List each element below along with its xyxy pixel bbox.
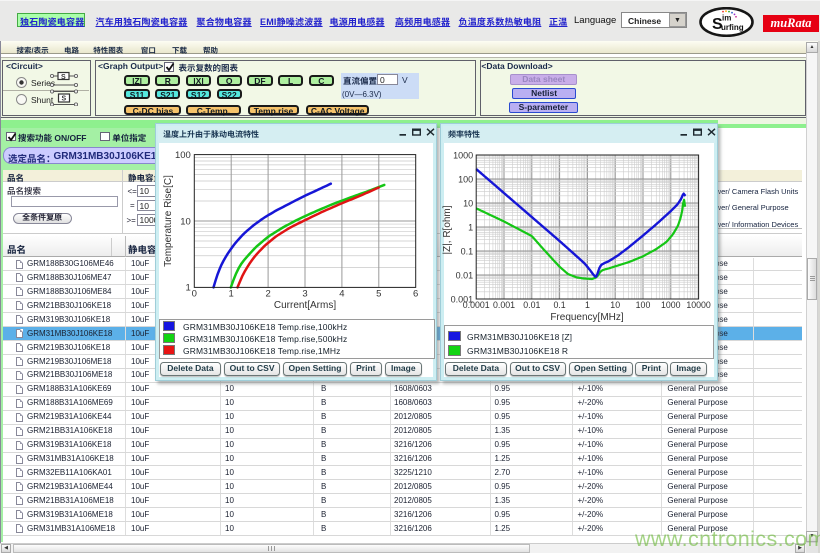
svg-text:0: 0 xyxy=(192,289,197,300)
svg-text:0.1: 0.1 xyxy=(461,246,474,256)
svg-text:6: 6 xyxy=(413,289,418,300)
svg-text:2: 2 xyxy=(265,289,270,300)
svg-text:5: 5 xyxy=(376,289,381,300)
svg-text:10: 10 xyxy=(611,300,621,310)
svg-text:Frequency[MHz]: Frequency[MHz] xyxy=(551,312,625,323)
svg-text:S: S xyxy=(62,96,67,103)
svg-text:10: 10 xyxy=(463,198,473,208)
svg-text:urfing: urfing xyxy=(721,23,744,32)
svg-text:100: 100 xyxy=(175,150,191,161)
svg-text:0.1: 0.1 xyxy=(554,300,566,310)
svg-text:0.0001: 0.0001 xyxy=(463,300,490,310)
svg-text:1000: 1000 xyxy=(453,150,473,160)
svg-text:0.01: 0.01 xyxy=(524,300,541,310)
svg-text:4: 4 xyxy=(339,289,344,300)
svg-text:im: im xyxy=(722,14,731,23)
svg-text:Temperature Rise[C]: Temperature Rise[C] xyxy=(163,175,174,267)
svg-text:|Z|, R[ohm]: |Z|, R[ohm] xyxy=(442,205,453,254)
svg-text:1: 1 xyxy=(585,300,590,310)
svg-text:0.001: 0.001 xyxy=(493,300,515,310)
svg-text:S: S xyxy=(61,74,66,81)
svg-text:0.01: 0.01 xyxy=(456,270,474,280)
svg-text:Current[Arms]: Current[Arms] xyxy=(274,300,336,311)
svg-text:100: 100 xyxy=(458,174,473,184)
svg-text:1000: 1000 xyxy=(661,300,681,310)
svg-text:10: 10 xyxy=(180,216,191,227)
svg-text:100: 100 xyxy=(636,300,651,310)
svg-text:3: 3 xyxy=(302,289,307,300)
svg-text:1: 1 xyxy=(229,289,234,300)
svg-text:10000: 10000 xyxy=(687,300,712,310)
svg-text:1: 1 xyxy=(468,222,473,232)
svg-text:1: 1 xyxy=(186,283,191,294)
